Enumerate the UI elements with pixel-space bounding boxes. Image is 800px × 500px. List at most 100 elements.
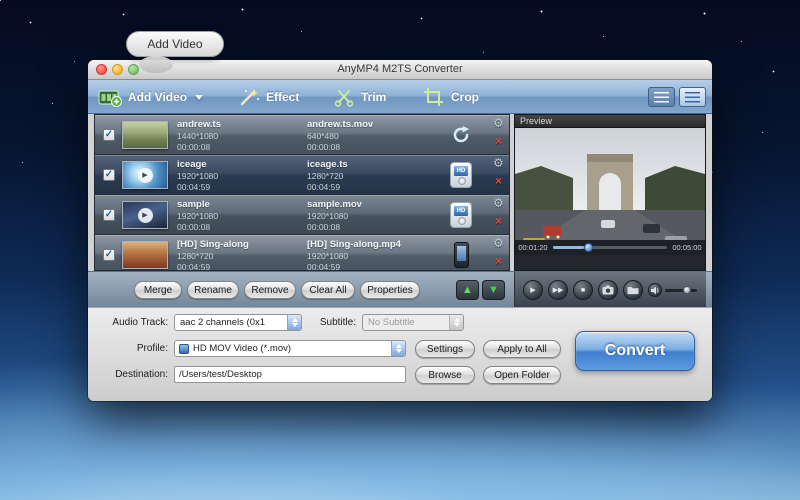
stepper-arrows-icon: [287, 315, 301, 330]
settings-gear-icon[interactable]: ⚙: [493, 196, 504, 210]
remove-file-icon[interactable]: ×: [495, 134, 502, 148]
stepper-arrows-icon: [391, 341, 405, 356]
settings-gear-icon[interactable]: ⚙: [493, 156, 504, 170]
subtitle-select[interactable]: No Subtitle: [362, 314, 464, 331]
playback-bar: ▶ ▶▶ ■: [514, 272, 706, 308]
checkbox[interactable]: ✓: [103, 169, 115, 181]
snapshot-button[interactable]: [598, 280, 618, 300]
file-name: [HD] Sing-along: [177, 239, 303, 251]
speaker-icon: [651, 286, 660, 295]
clear-all-button[interactable]: Clear All: [301, 281, 355, 299]
remove-file-icon[interactable]: ×: [495, 254, 502, 268]
checkbox[interactable]: ✓: [103, 209, 115, 221]
destination-input[interactable]: [174, 366, 406, 383]
properties-button[interactable]: Properties: [360, 281, 420, 299]
detail-view-toggle[interactable]: [679, 87, 706, 107]
browse-button[interactable]: Browse: [415, 366, 475, 384]
move-up-button[interactable]: ▲: [456, 280, 479, 300]
checkbox[interactable]: ✓: [103, 249, 115, 261]
zoom-traffic-light[interactable]: [128, 64, 139, 75]
video-thumbnail: ▶: [122, 161, 168, 189]
profile-select[interactable]: HD MOV Video (*.mov): [174, 340, 406, 357]
trim-label: Trim: [361, 90, 386, 104]
device-profile-icon: [447, 241, 475, 269]
subtitle-label: Subtitle:: [300, 317, 356, 328]
hd-badge: HD: [454, 166, 468, 176]
minimize-traffic-light[interactable]: [112, 64, 123, 75]
file-resolution: 1440*1080: [177, 131, 303, 142]
settings-gear-icon[interactable]: ⚙: [493, 116, 504, 130]
folder-icon: [627, 285, 639, 295]
output-name: iceage.ts: [307, 159, 435, 171]
crop-button[interactable]: Crop: [423, 83, 479, 111]
preview-title: Preview: [515, 115, 705, 128]
remove-file-icon[interactable]: ×: [495, 214, 502, 228]
hd-badge: HD: [454, 206, 468, 216]
effect-button[interactable]: Effect: [238, 83, 299, 111]
move-down-button[interactable]: ▼: [482, 280, 505, 300]
seek-knob[interactable]: [584, 243, 593, 252]
stars-decoration: [0, 0, 1, 1]
output-duration: 00:04:59: [307, 262, 435, 272]
file-name: andrew.ts: [177, 119, 303, 131]
preview-timeline: 00:01:20 00:05:00: [515, 240, 705, 255]
file-row-singalong[interactable]: ✓ [HD] Sing-along 1280*720 00:04:59 [HD]…: [95, 235, 509, 271]
camera-icon: [602, 285, 614, 295]
destination-label: Destination:: [88, 369, 168, 380]
output-duration: 00:00:08: [307, 222, 435, 233]
file-row-andrew[interactable]: ✓ andrew.ts 1440*1080 00:00:08 andrew.ts…: [95, 115, 509, 155]
stop-button[interactable]: ■: [573, 280, 593, 300]
magic-wand-icon: [238, 87, 260, 107]
window-titlebar[interactable]: AnyMP4 M2TS Converter: [88, 60, 712, 80]
file-list[interactable]: ✓ andrew.ts 1440*1080 00:00:08 andrew.ts…: [94, 114, 510, 271]
open-output-button[interactable]: [623, 280, 643, 300]
file-resolution: 1280*720: [177, 251, 303, 262]
fast-forward-button[interactable]: ▶▶: [548, 280, 568, 300]
effect-label: Effect: [266, 90, 299, 104]
apply-to-all-button[interactable]: Apply to All: [483, 340, 561, 358]
device-profile-icon: HD: [447, 161, 475, 189]
add-video-tooltip: Add Video: [126, 31, 224, 57]
preview-video[interactable]: 00:01:20 00:05:00: [515, 128, 705, 255]
seek-slider[interactable]: [553, 246, 667, 249]
profile-format-icon: [179, 344, 189, 354]
preview-panel: Preview: [514, 114, 706, 271]
merge-button[interactable]: Merge: [134, 281, 182, 299]
video-thumbnail: [122, 121, 168, 149]
scissors-icon: [333, 87, 355, 107]
play-button[interactable]: ▶: [523, 280, 543, 300]
settings-panel: Audio Track: aac 2 channels (0x1 Subtitl…: [88, 307, 712, 401]
open-folder-button[interactable]: Open Folder: [483, 366, 561, 384]
remove-button[interactable]: Remove: [244, 281, 296, 299]
elapsed-time: 00:01:20: [515, 243, 551, 252]
list-view-icon: [654, 92, 669, 103]
trim-button[interactable]: Trim: [333, 83, 386, 111]
tooltip-tail: [139, 56, 173, 73]
video-thumbnail: ▶: [122, 201, 168, 229]
stepper-arrows-icon: [449, 315, 463, 330]
rename-button[interactable]: Rename: [187, 281, 239, 299]
file-row-sample[interactable]: ✓ ▶ sample 1920*1080 00:00:08 sample.mov…: [95, 195, 509, 235]
checkbox[interactable]: ✓: [103, 129, 115, 141]
list-view-toggle[interactable]: [648, 87, 675, 107]
settings-gear-icon[interactable]: ⚙: [493, 236, 504, 250]
volume-knob[interactable]: [683, 286, 691, 294]
audio-track-select[interactable]: aac 2 channels (0x1: [174, 314, 302, 331]
control-bar: Merge Rename Remove Clear All Properties…: [88, 271, 712, 307]
close-traffic-light[interactable]: [96, 64, 107, 75]
output-name: andrew.ts.mov: [307, 119, 435, 131]
main-toolbar: Add Video Effect Trim: [88, 80, 712, 114]
window-title: AnyMP4 M2TS Converter: [88, 60, 712, 79]
total-time: 00:05:00: [669, 243, 705, 252]
app-window: AnyMP4 M2TS Converter Add Video: [88, 60, 712, 401]
output-duration: 00:00:08: [307, 142, 435, 153]
mute-button[interactable]: [648, 283, 662, 297]
convert-button[interactable]: Convert: [575, 331, 695, 371]
file-row-iceage[interactable]: ✓ ▶ iceage 1920*1080 00:04:59 iceage.ts …: [95, 155, 509, 195]
remove-file-icon[interactable]: ×: [495, 174, 502, 188]
volume-slider[interactable]: [665, 289, 697, 292]
film-add-icon: [98, 87, 122, 107]
play-overlay-icon: ▶: [123, 162, 167, 188]
add-video-button[interactable]: Add Video: [98, 83, 203, 111]
settings-button[interactable]: Settings: [415, 340, 475, 358]
